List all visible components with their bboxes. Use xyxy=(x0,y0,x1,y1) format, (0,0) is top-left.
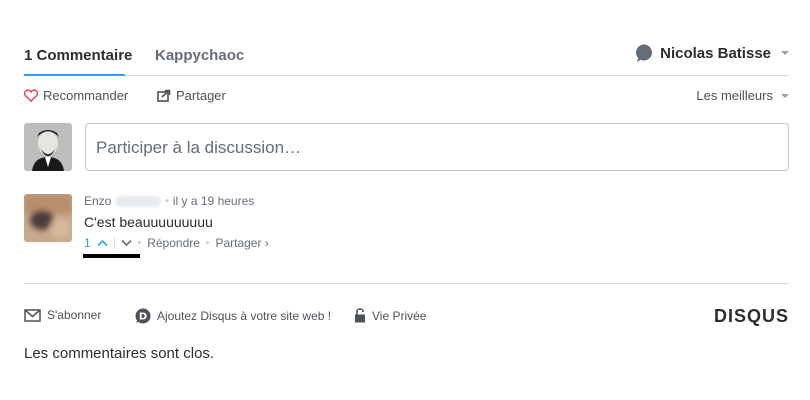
user-avatar-image xyxy=(24,123,72,171)
user-name: Nicolas Batisse xyxy=(660,44,771,62)
footer-separator: • xyxy=(137,237,142,249)
avatar[interactable] xyxy=(24,194,72,242)
sort-label: Les meilleurs xyxy=(696,88,773,103)
recommend-label: Recommander xyxy=(43,88,129,103)
disqus-d-icon: D xyxy=(135,308,151,324)
tab-comments[interactable]: 1 Commentaire xyxy=(24,47,132,64)
share-comment-link[interactable]: Partager › xyxy=(215,236,268,250)
active-tab-indicator xyxy=(24,74,125,76)
comment-text: C'est beauuuuuuuuu xyxy=(84,214,213,230)
add-disqus-label: Ajoutez Disqus à votre site web ! xyxy=(157,309,332,323)
meta-separator: • xyxy=(165,195,169,207)
comment-item: Enzo • il y a 19 heures C'est beauuuuuuu… xyxy=(24,194,789,264)
comment-time[interactable]: il y a 19 heures xyxy=(173,194,254,208)
subscribe-label: S'abonner xyxy=(47,308,102,322)
chevron-down-icon xyxy=(121,239,132,247)
divider xyxy=(24,283,789,284)
sort-dropdown[interactable]: Les meilleurs xyxy=(696,88,789,103)
redacted-name xyxy=(115,195,162,207)
recommend-button[interactable]: Recommander xyxy=(24,88,128,103)
vote-divider xyxy=(113,237,115,249)
caret-down-icon xyxy=(781,93,789,98)
comments-closed-notice: Les commentaires sont clos. xyxy=(24,345,215,362)
comment-footer: 1 • Répondre • Partager › xyxy=(84,236,269,250)
vote-count: 1 xyxy=(84,236,91,250)
comment-author[interactable]: Enzo xyxy=(84,194,111,208)
heart-icon xyxy=(24,89,38,102)
caret-down-icon xyxy=(781,51,789,55)
avatar[interactable] xyxy=(24,123,72,171)
thread-actions: Recommander Partager Les meilleurs xyxy=(24,88,789,108)
tab-bar: 1 Commentaire Kappychaoc Nicolas Batisse xyxy=(24,40,789,76)
upvote-button[interactable] xyxy=(97,239,108,247)
footer-links: S'abonner D Ajoutez Disqus à votre site … xyxy=(24,306,789,328)
comment-body: Enzo • il y a 19 heures C'est beauuuuuuu… xyxy=(84,194,269,250)
footer-separator: • xyxy=(205,237,210,249)
speech-bubble-icon xyxy=(636,44,653,62)
tab-community[interactable]: Kappychaoc xyxy=(155,47,244,64)
svg-text:D: D xyxy=(139,312,147,323)
share-icon xyxy=(157,89,171,102)
envelope-icon xyxy=(24,308,41,322)
commenter-avatar-image xyxy=(24,194,72,242)
privacy-link[interactable]: Vie Privée xyxy=(354,308,426,323)
downvote-button[interactable] xyxy=(121,239,132,247)
discussion-input[interactable]: Participer à la discussion… xyxy=(85,123,789,171)
user-menu[interactable]: Nicolas Batisse xyxy=(635,44,789,62)
share-thread-button[interactable]: Partager xyxy=(157,88,226,103)
share-label: Partager xyxy=(176,88,226,103)
add-disqus-link[interactable]: D Ajoutez Disqus à votre site web ! xyxy=(135,308,331,324)
lock-icon xyxy=(355,308,365,323)
comment-meta: Enzo • il y a 19 heures xyxy=(84,194,269,208)
comment-composer: Participer à la discussion… xyxy=(24,123,789,171)
reply-link[interactable]: Répondre xyxy=(147,236,200,250)
chevron-up-icon xyxy=(97,239,108,247)
subscribe-link[interactable]: S'abonner xyxy=(24,308,101,322)
disqus-logo[interactable]: DISQUS xyxy=(714,306,789,327)
privacy-label: Vie Privée xyxy=(372,308,427,323)
annotation-underline xyxy=(83,254,140,258)
